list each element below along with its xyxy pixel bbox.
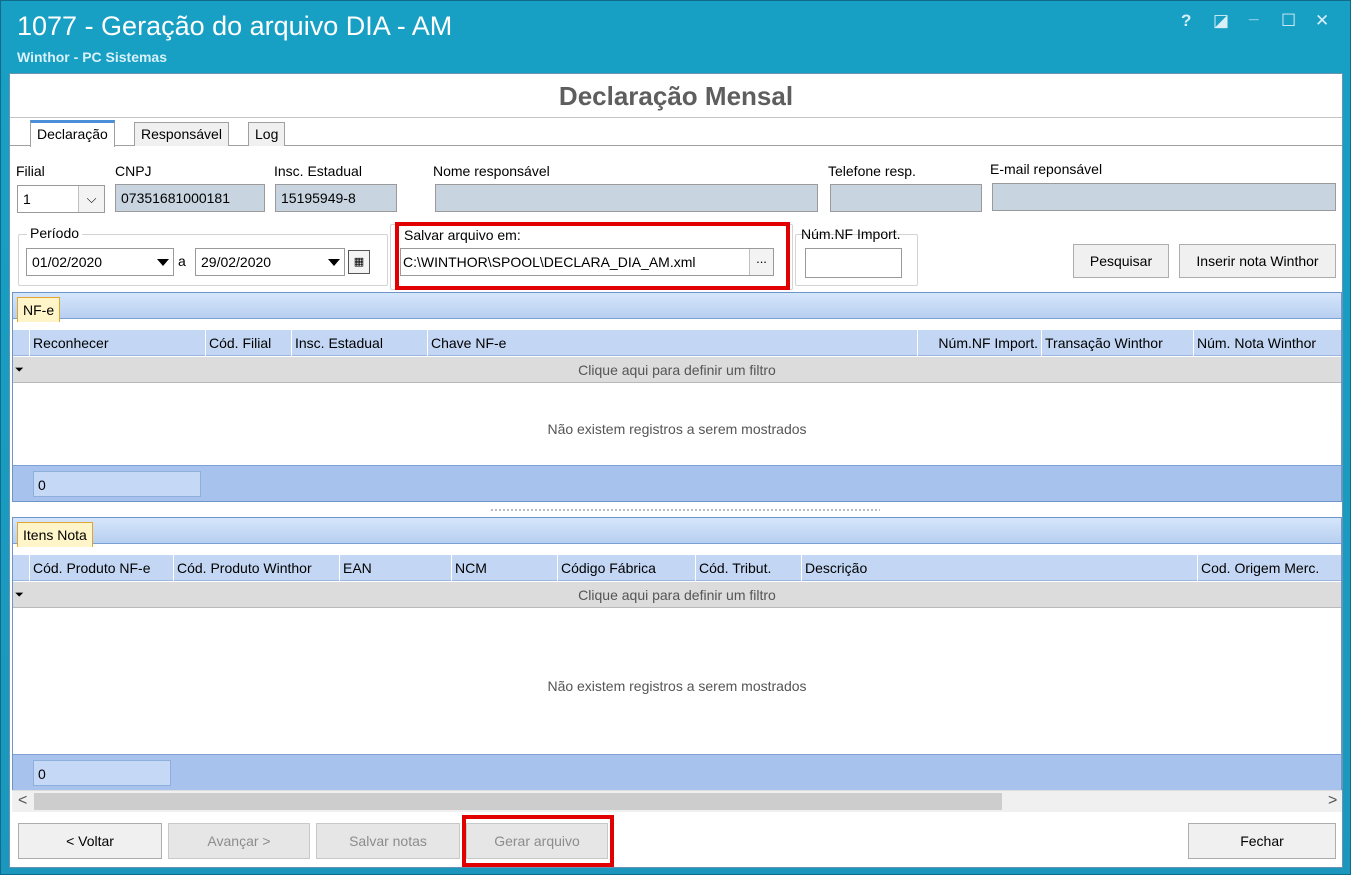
col-cod-origem-merc[interactable]: Cod. Origem Merc. [1197, 555, 1343, 581]
periodo-start-value: 01/02/2020 [32, 254, 103, 270]
col-cod-produto-winthor[interactable]: Cód. Produto Winthor [173, 555, 339, 581]
col-ncm[interactable]: NCM [451, 555, 557, 581]
panel-splitter[interactable] [490, 508, 880, 512]
filter-icon[interactable]: ⏷ [15, 364, 24, 377]
email-field[interactable] [992, 183, 1336, 211]
col-ean[interactable]: EAN [339, 555, 451, 581]
fechar-button[interactable]: Fechar [1188, 823, 1336, 859]
col-descricao[interactable]: Descrição [801, 555, 1197, 581]
periodo-end-date[interactable]: 29/02/2020 [195, 248, 345, 276]
email-label: E-mail reponsável [990, 161, 1103, 177]
tab-log[interactable]: Log [248, 122, 286, 146]
col-reconhecer[interactable]: Reconhecer [29, 330, 205, 356]
close-icon[interactable]: ✕ [1315, 11, 1329, 31]
periodo-label: Período [27, 225, 83, 241]
nfe-grid: NF-e Reconhecer Cód. Filial Insc. Estadu… [12, 292, 1342, 502]
itens-filter-row[interactable]: ⏷ Clique aqui para definir um filtro [13, 582, 1341, 608]
dropdown-arrow-icon[interactable] [328, 259, 340, 266]
app-window: 1077 - Geração do arquivo DIA - AM Winth… [0, 0, 1351, 875]
nfe-column-headers: Reconhecer Cód. Filial Insc. Estadual Ch… [13, 330, 1341, 356]
pesquisar-button[interactable]: Pesquisar [1073, 244, 1169, 278]
nome-responsavel-label: Nome responsável [433, 163, 550, 179]
calendar-icon[interactable]: ▦ [348, 250, 370, 274]
col-chave-nfe[interactable]: Chave NF-e [427, 330, 917, 356]
periodo-start-date[interactable]: 01/02/2020 [26, 248, 174, 276]
horizontal-scrollbar[interactable]: < > [12, 790, 1342, 812]
itens-empty-message: Não existem registros a serem mostrados [547, 678, 807, 694]
num-nf-import-label: Núm.NF Import. [801, 226, 901, 242]
inserir-nota-button[interactable]: Inserir nota Winthor [1179, 244, 1336, 278]
tab-responsavel-label: Responsável [141, 126, 222, 142]
help-icon[interactable]: ? [1181, 11, 1191, 31]
col-num-nf-import[interactable]: Núm.NF Import. [917, 330, 1041, 356]
salvar-notas-button[interactable]: Salvar notas [316, 823, 460, 859]
nome-responsavel-field[interactable] [435, 184, 818, 212]
col-codigo-fabrica[interactable]: Código Fábrica [557, 555, 695, 581]
col-cod-filial[interactable]: Cód. Filial [205, 330, 291, 356]
col-num-nota-winthor[interactable]: Núm. Nota Winthor [1193, 330, 1343, 356]
tab-log-label: Log [255, 126, 279, 142]
itens-filter-text: Clique aqui para definir um filtro [578, 587, 776, 603]
filial-label: Filial [16, 163, 45, 179]
restore-layout-icon[interactable]: ◪ [1213, 11, 1229, 31]
window-title: 1077 - Geração do arquivo DIA - AM [17, 11, 453, 41]
nfe-count: 0 [33, 471, 201, 497]
maximize-icon[interactable]: ☐ [1281, 11, 1296, 31]
tab-declaracao-label: Declaração [37, 126, 108, 142]
window-subtitle: Winthor - PC Sistemas [17, 49, 168, 65]
filial-value: 1 [23, 191, 31, 207]
periodo-separator: a [178, 253, 186, 269]
periodo-end-value: 29/02/2020 [201, 254, 272, 270]
nfe-tab[interactable]: NF-e [17, 297, 61, 322]
voltar-button[interactable]: < Voltar [18, 823, 162, 859]
itens-count: 0 [33, 760, 171, 786]
page-header: Declaração Mensal [10, 74, 1342, 118]
insc-estadual-label: Insc. Estadual [274, 163, 362, 179]
insc-estadual-field[interactable]: 15195949-8 [275, 184, 397, 212]
page-title: Declaração Mensal [558, 81, 794, 111]
itens-column-headers: Cód. Produto NF-e Cód. Produto Winthor E… [13, 555, 1341, 581]
itens-footer: 0 [13, 754, 1341, 790]
chevron-down-icon[interactable]: ⌵ [78, 186, 104, 212]
tab-strip: Declaração Responsável Log [10, 120, 1342, 147]
telefone-label: Telefone resp. [828, 163, 916, 179]
nfe-filter-text: Clique aqui para definir um filtro [578, 362, 776, 378]
filial-select[interactable]: 1 ⌵ [17, 185, 105, 213]
nfe-grid-header: NF-e [13, 293, 1341, 322]
salvar-label: Salvar arquivo em: [404, 227, 521, 243]
salvar-path-value: C:\WINTHOR\SPOOL\DECLARA_DIA_AM.xml [403, 254, 696, 270]
scroll-right-icon[interactable]: > [1328, 792, 1337, 810]
title-bar: 1077 - Geração do arquivo DIA - AM Winth… [1, 1, 1350, 73]
col-cod-tribut[interactable]: Cód. Tribut. [695, 555, 801, 581]
scrollbar-thumb[interactable] [34, 793, 1002, 810]
cnpj-label: CNPJ [115, 163, 152, 179]
nfe-filter-row[interactable]: ⏷ Clique aqui para definir um filtro [13, 357, 1341, 383]
tab-declaracao[interactable]: Declaração [30, 120, 115, 147]
col-transacao-winthor[interactable]: Transação Winthor [1041, 330, 1193, 356]
browse-button[interactable]: ... [749, 249, 773, 275]
col-cod-produto-nfe[interactable]: Cód. Produto NF-e [29, 555, 173, 581]
dropdown-arrow-icon[interactable] [157, 259, 169, 266]
gerar-arquivo-button[interactable]: Gerar arquivo [466, 823, 608, 859]
tab-responsavel[interactable]: Responsável [134, 122, 229, 146]
nfe-footer: 0 [13, 465, 1341, 501]
itens-nota-tab[interactable]: Itens Nota [17, 522, 93, 547]
scroll-left-icon[interactable]: < [18, 792, 27, 810]
salvar-path-field[interactable]: C:\WINTHOR\SPOOL\DECLARA_DIA_AM.xml ... [400, 248, 774, 276]
col-insc-estadual[interactable]: Insc. Estadual [291, 330, 427, 356]
itens-grid: Itens Nota Cód. Produto NF-e Cód. Produt… [12, 517, 1342, 790]
minimize-icon[interactable]: _ [1249, 3, 1258, 23]
num-nf-import-field[interactable] [805, 248, 902, 278]
avancar-button[interactable]: Avançar > [168, 823, 310, 859]
filter-icon[interactable]: ⏷ [15, 589, 24, 602]
telefone-field[interactable] [830, 184, 982, 212]
cnpj-field[interactable]: 07351681000181 [115, 184, 265, 212]
itens-grid-header: Itens Nota [13, 518, 1341, 547]
nfe-empty-message: Não existem registros a serem mostrados [547, 421, 807, 437]
main-panel: Declaração Mensal Declaração Responsável… [9, 73, 1343, 868]
